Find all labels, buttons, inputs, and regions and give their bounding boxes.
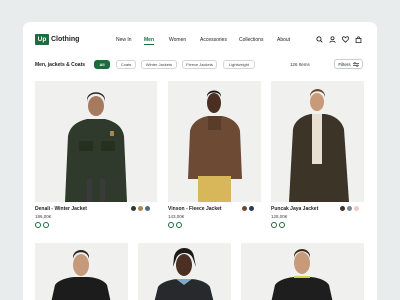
nav-item-new-in[interactable]: New In <box>116 37 132 43</box>
product-card[interactable]: Denali - Winter Jacket 186,00€ <box>35 81 157 233</box>
color-swatches <box>340 206 359 211</box>
color-swatch[interactable] <box>138 206 143 211</box>
color-swatch[interactable] <box>354 206 359 211</box>
eco-icon <box>271 222 277 228</box>
eco-icon <box>35 222 41 228</box>
sliders-icon <box>352 61 359 67</box>
shop-page: Up Clothing New In Men Women Accessories… <box>23 22 377 300</box>
chip-coats[interactable]: Coats <box>116 60 136 69</box>
nav-item-accessories[interactable]: Accessories <box>200 37 227 43</box>
product-image[interactable] <box>271 81 364 202</box>
product-card[interactable]: Puncak Jaya Jacket 128,00€ <box>271 81 364 233</box>
product-name[interactable]: Puncak Jaya Jacket <box>271 206 318 212</box>
recycled-icon <box>176 222 182 228</box>
product-card[interactable] <box>35 243 128 300</box>
items-count: 126 Items <box>290 62 310 67</box>
product-card[interactable] <box>138 243 231 300</box>
product-card[interactable] <box>241 243 364 300</box>
site-logo[interactable]: Up Clothing <box>35 34 79 45</box>
filters-button[interactable]: Filters <box>334 59 363 69</box>
eco-icon <box>168 222 174 228</box>
color-swatch[interactable] <box>242 206 247 211</box>
color-swatches <box>131 206 150 211</box>
chip-winter-jackets[interactable]: Winter Jackets <box>141 60 177 69</box>
nav-item-women[interactable]: Women <box>169 37 186 43</box>
recycled-icon <box>43 222 49 228</box>
filters-label: Filters <box>338 61 351 67</box>
product-badges <box>168 222 182 228</box>
product-name[interactable]: Vinson - Fleece Jacket <box>168 206 222 212</box>
recycled-icon <box>279 222 285 228</box>
nav-item-about[interactable]: About <box>277 37 290 43</box>
product-price: 186,00€ <box>35 214 52 219</box>
product-card[interactable]: Vinson - Fleece Jacket 143,00€ <box>168 81 261 233</box>
chip-all[interactable]: All <box>94 60 110 69</box>
product-image[interactable] <box>168 81 261 202</box>
product-image[interactable] <box>35 81 157 202</box>
logo-mark: Up <box>35 34 49 45</box>
search-icon[interactable] <box>315 35 323 43</box>
color-swatch[interactable] <box>145 206 150 211</box>
nav-item-collections[interactable]: Collections <box>239 37 263 43</box>
user-icon[interactable] <box>328 35 336 43</box>
product-image[interactable] <box>35 243 128 300</box>
bag-icon[interactable] <box>354 35 362 43</box>
nav-item-men[interactable]: Men <box>144 37 154 43</box>
product-badges <box>271 222 285 228</box>
product-image[interactable] <box>241 243 364 300</box>
product-name[interactable]: Denali - Winter Jacket <box>35 206 87 212</box>
chip-lightweight[interactable]: Lightweight <box>223 60 255 69</box>
product-image[interactable] <box>138 243 231 300</box>
heart-icon[interactable] <box>341 35 349 43</box>
color-swatch[interactable] <box>340 206 345 211</box>
category-title: Men, jackets & Coats <box>35 62 86 68</box>
site-header: Up Clothing New In Men Women Accessories… <box>23 22 377 56</box>
nav-active-indicator <box>144 44 154 45</box>
color-swatch[interactable] <box>131 206 136 211</box>
product-price: 143,00€ <box>168 214 185 219</box>
product-badges <box>35 222 49 228</box>
product-price: 128,00€ <box>271 214 288 219</box>
color-swatches <box>242 206 254 211</box>
logo-text: Clothing <box>51 36 80 43</box>
color-swatch[interactable] <box>249 206 254 211</box>
color-swatch[interactable] <box>347 206 352 211</box>
chip-fleece-jackets[interactable]: Fleece Jackets <box>182 60 217 69</box>
